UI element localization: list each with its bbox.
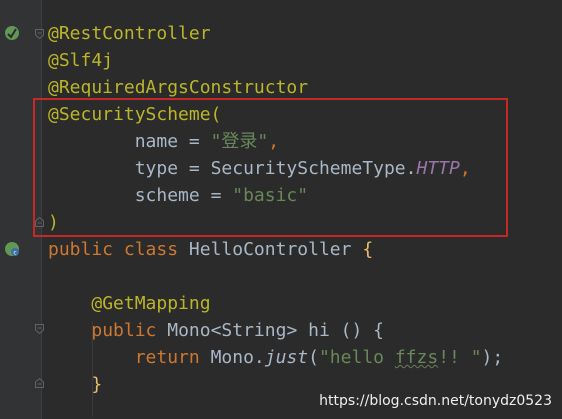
code-line: @Slf4j (48, 47, 503, 74)
code-line: return Mono.just("hello ffzs!! "); (48, 344, 504, 371)
string-literal: !! " (438, 347, 482, 368)
keyword: class (123, 239, 179, 260)
paren: ( (308, 347, 319, 368)
highlight-box (33, 98, 508, 237)
fold-marker-icon[interactable] (35, 378, 44, 388)
watermark: https://blog.csdn.net/tonydz0523 (319, 393, 552, 409)
annotation: @RestController (48, 23, 211, 44)
annotation: @Slf4j (48, 50, 114, 71)
fold-marker-icon[interactable] (35, 29, 44, 39)
spring-class-icon[interactable]: c (4, 241, 20, 257)
annotation: @RequiredArgsConstructor (48, 77, 309, 98)
method-signature: hi () { (308, 320, 384, 341)
code-line: @RequiredArgsConstructor (48, 74, 503, 101)
spring-bean-icon[interactable] (4, 25, 20, 41)
code-line: public Mono<String> hi () { (48, 317, 503, 344)
return-type: Mono<String> (167, 320, 298, 341)
svg-text:c: c (13, 250, 16, 257)
annotation: @GetMapping (91, 293, 211, 314)
fold-marker-icon[interactable] (35, 324, 44, 334)
keyword: public (48, 239, 114, 260)
class-ref: Mono. (210, 347, 265, 368)
statement-end: ); (481, 347, 504, 368)
keyword: return (134, 347, 200, 368)
typo-word: ffzs (394, 347, 439, 368)
code-line: @RestController (48, 20, 503, 47)
string-literal: "hello (318, 347, 395, 368)
brace: } (91, 374, 103, 395)
static-method: just (264, 347, 309, 368)
code-line: @GetMapping (48, 290, 503, 317)
code-line: public class HelloController { (48, 236, 503, 263)
brace: { (362, 239, 374, 260)
keyword: public (91, 320, 157, 341)
class-name: HelloController (188, 239, 352, 260)
